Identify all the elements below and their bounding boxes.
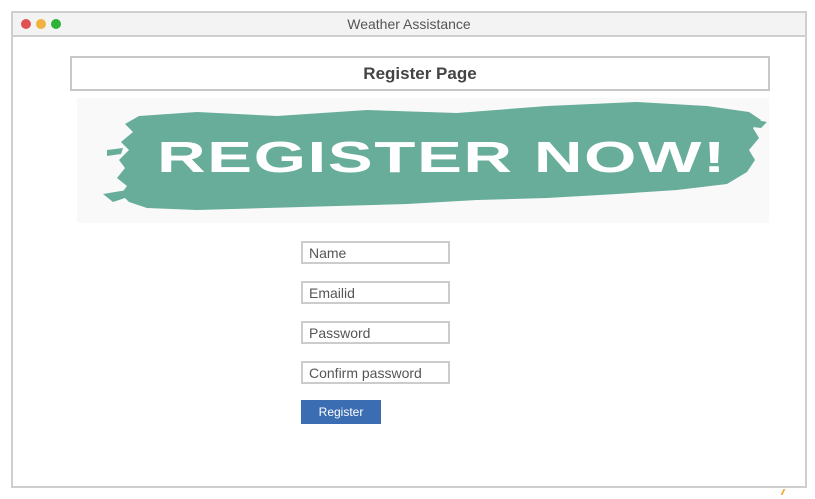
password-input[interactable] — [301, 321, 450, 344]
register-form: Register — [301, 241, 461, 424]
emailid-input[interactable] — [301, 281, 450, 304]
register-now-banner: REGISTER NOW! — [77, 98, 769, 223]
banner-text: REGISTER NOW! — [157, 133, 727, 182]
corner-mark — [774, 489, 786, 495]
register-button[interactable]: Register — [301, 400, 381, 424]
confirm-password-input[interactable] — [301, 361, 450, 384]
name-input[interactable] — [301, 241, 450, 264]
window-title: Weather Assistance — [347, 16, 471, 32]
page-title: Register Page — [70, 56, 770, 91]
title-bar: Weather Assistance — [13, 13, 805, 37]
app-window: Weather Assistance Register Page REGISTE… — [11, 11, 807, 488]
